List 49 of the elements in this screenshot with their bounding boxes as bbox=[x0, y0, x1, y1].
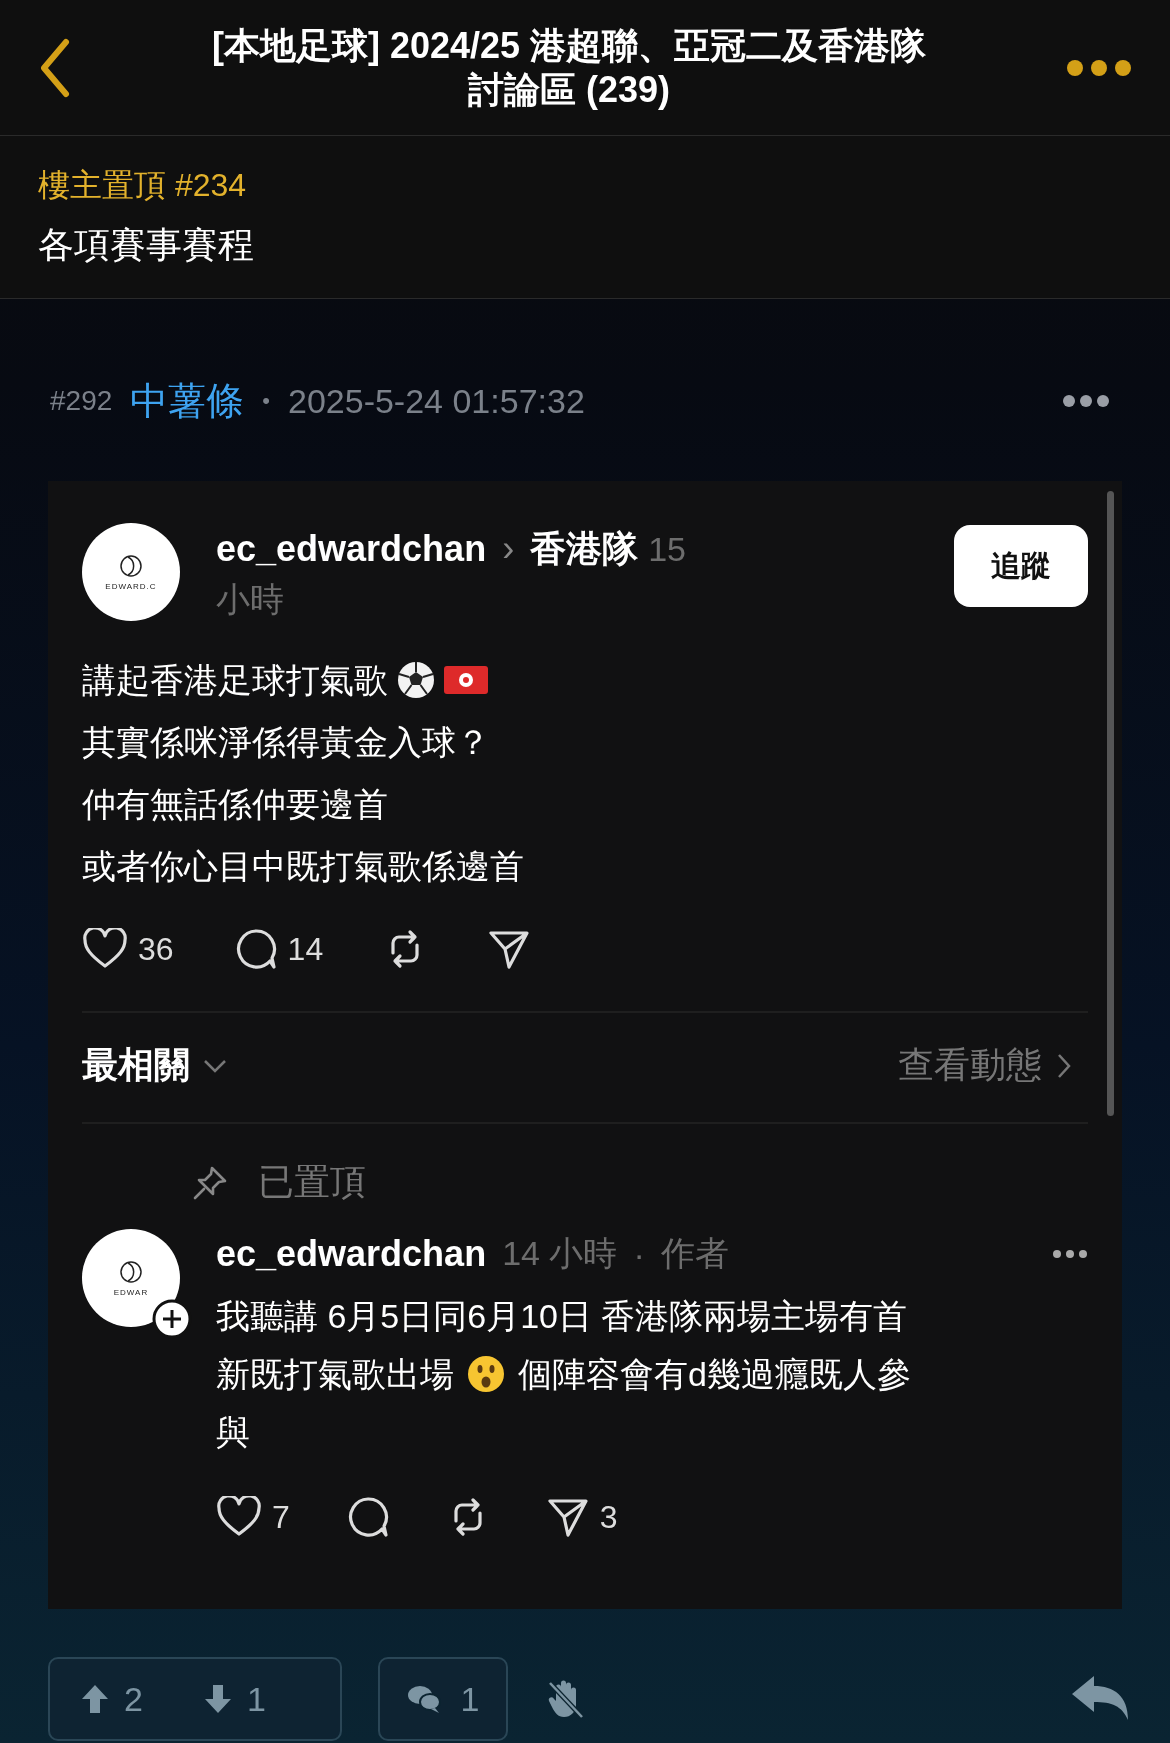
avatar: EDWAR bbox=[82, 1229, 180, 1327]
flag-icon bbox=[444, 664, 488, 696]
post-text-line: 仲有無話係仲要邊首 bbox=[82, 784, 388, 825]
avatar: EDWARD.C bbox=[82, 523, 180, 621]
follow-plus-icon[interactable] bbox=[152, 1299, 192, 1339]
pin-icon bbox=[192, 1164, 228, 1201]
chat-bubbles-icon bbox=[406, 1684, 441, 1714]
surprised-face-icon bbox=[466, 1354, 506, 1394]
more-icon[interactable] bbox=[1062, 394, 1110, 408]
post-text-line: 講起香港足球打氣歌 bbox=[82, 660, 388, 701]
downvote-icon bbox=[202, 1683, 233, 1715]
pinned-label: 樓主置頂 #234 bbox=[38, 166, 248, 205]
thread-title: [本地足球] 2024/25 港超聯、亞冠二及香港隊 討論區 (239) bbox=[210, 23, 928, 112]
reply-text: 新既打氣歌出場 bbox=[216, 1354, 454, 1395]
chevron: › bbox=[502, 528, 515, 569]
chevron-down-icon bbox=[202, 1057, 228, 1074]
sort-dropdown[interactable]: 最相關 bbox=[82, 1041, 228, 1090]
username[interactable]: ec_edwardchan bbox=[216, 528, 487, 569]
view-activity-link[interactable]: 查看動態 bbox=[898, 1041, 1072, 1090]
like-count[interactable]: 36 bbox=[82, 928, 174, 970]
username[interactable]: ec_edwardchan bbox=[216, 1233, 487, 1275]
post-text-line: 或者你心目中既打氣歌係邊首 bbox=[82, 846, 524, 887]
reply-text: 我聽講 6月5日同6月10日 香港隊兩場主場有首 bbox=[216, 1296, 908, 1337]
author-name[interactable]: 中薯條 bbox=[130, 375, 245, 427]
share-count[interactable]: 3 bbox=[545, 1495, 618, 1539]
reply-text: 與 bbox=[216, 1412, 250, 1453]
separator: · bbox=[633, 1234, 645, 1274]
separator: • bbox=[262, 388, 270, 414]
upvote-icon bbox=[80, 1683, 110, 1715]
back-button[interactable] bbox=[38, 37, 72, 98]
more-icon[interactable] bbox=[1052, 1249, 1088, 1259]
post-time: 2025-5-24 01:57:32 bbox=[288, 381, 585, 421]
comments-button[interactable]: 1 bbox=[378, 1657, 508, 1741]
post-text-line: 其實係咪淨係得黃金入球？ bbox=[82, 722, 490, 763]
more-button[interactable] bbox=[1066, 58, 1132, 77]
pinned-status: 已置頂 bbox=[258, 1160, 366, 1204]
upvote-button[interactable]: 2 bbox=[80, 1679, 143, 1719]
author-tag: 作者 bbox=[660, 1231, 729, 1277]
post-age: 小時 bbox=[216, 580, 284, 618]
reply-age: 14 小時 bbox=[502, 1233, 618, 1274]
downvote-button[interactable]: 1 bbox=[202, 1679, 266, 1719]
post-age: 15 bbox=[648, 530, 686, 568]
floor-number: #292 bbox=[50, 385, 113, 417]
topic-name[interactable]: 香港隊 bbox=[530, 528, 639, 569]
soccer-ball-icon bbox=[396, 660, 436, 700]
comment-count[interactable]: 14 bbox=[233, 927, 324, 971]
reply-text: 個陣容會有d幾過癮既人參 bbox=[518, 1354, 911, 1395]
pinned-post-link[interactable]: 各項賽事賽程 bbox=[38, 220, 1132, 270]
follow-button[interactable]: 追蹤 bbox=[954, 525, 1088, 607]
